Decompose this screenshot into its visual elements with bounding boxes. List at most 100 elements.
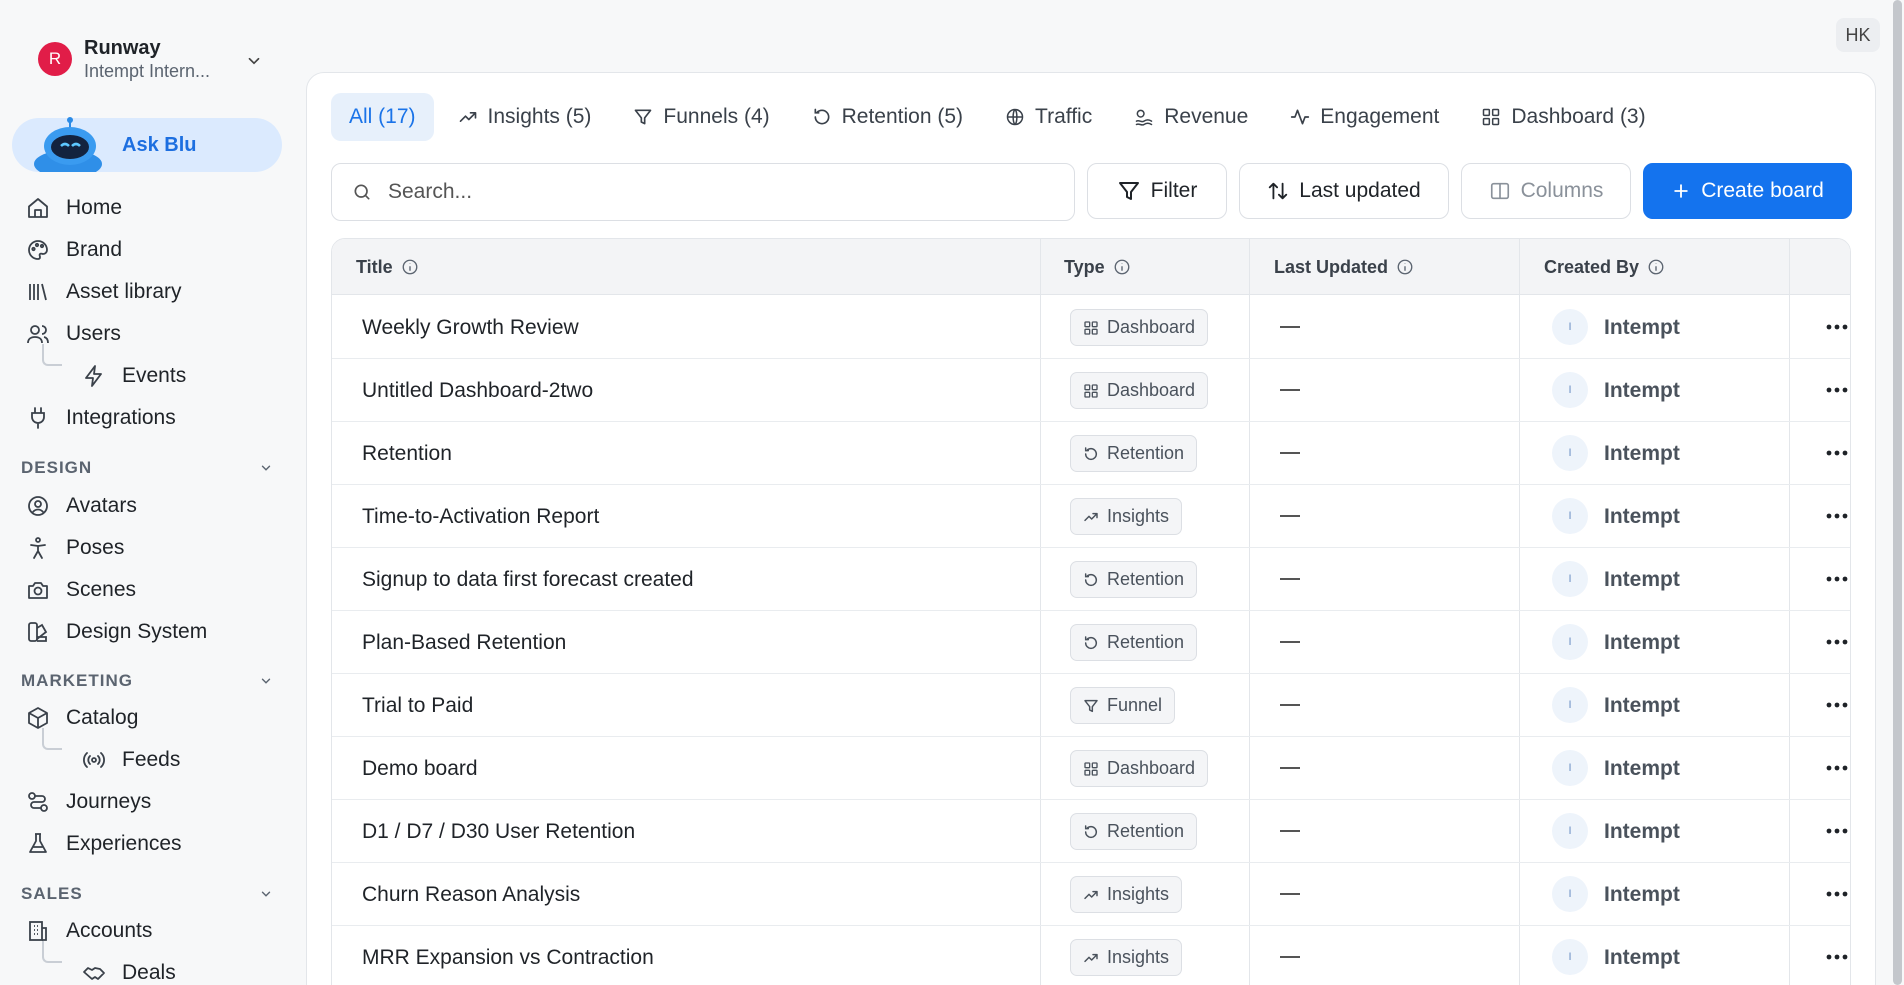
- row-title[interactable]: D1 / D7 / D30 User Retention: [362, 800, 635, 863]
- sidebar-item-users[interactable]: Users: [26, 313, 121, 355]
- row-actions-button[interactable]: [1822, 818, 1850, 844]
- sidebar-item-poses[interactable]: Poses: [26, 527, 124, 569]
- table-row[interactable]: Time-to-Activation ReportInsights—IIntem…: [332, 485, 1850, 548]
- row-actions-button[interactable]: [1822, 377, 1850, 403]
- tab-retention[interactable]: Retention (5): [794, 93, 981, 141]
- creator-avatar: I: [1552, 372, 1588, 408]
- search-input[interactable]: [388, 180, 1048, 204]
- creator-avatar: I: [1552, 561, 1588, 597]
- table-row[interactable]: Untitled Dashboard-2twoDashboard—IIntemp…: [332, 359, 1850, 422]
- table-row[interactable]: MRR Expansion vs ContractionInsights—IIn…: [332, 926, 1850, 985]
- section-marketing[interactable]: MARKETING: [21, 671, 273, 691]
- type-label: Insights: [1107, 947, 1170, 967]
- table-row[interactable]: Signup to data first forecast created Ret…: [332, 548, 1850, 611]
- page-scrollbar[interactable]: [1893, 0, 1902, 985]
- user-avatar[interactable]: HK: [1836, 18, 1880, 52]
- column-header-type[interactable]: Type: [1064, 239, 1131, 295]
- table-row[interactable]: Trial to PaidFunnel—IIntempt: [332, 674, 1850, 737]
- sidebar-item-scenes[interactable]: Scenes: [26, 569, 136, 611]
- table-row[interactable]: Plan-Based RetentionRetention—IIntempt: [332, 611, 1850, 674]
- section-sales[interactable]: SALES: [21, 884, 273, 904]
- creator-name: Intempt: [1604, 693, 1680, 717]
- tab-label: Revenue: [1164, 105, 1249, 128]
- sidebar-item-journeys[interactable]: Journeys: [26, 781, 151, 823]
- sidebar-item-deals[interactable]: Deals: [82, 952, 176, 985]
- row-actions-button[interactable]: [1822, 566, 1850, 592]
- columns-button[interactable]: Columns: [1461, 163, 1631, 219]
- column-header-created-by[interactable]: Created By: [1544, 239, 1665, 295]
- sidebar-item-label: Asset library: [66, 280, 182, 303]
- row-actions-button[interactable]: [1822, 692, 1850, 718]
- row-title[interactable]: Trial to Paid: [362, 674, 473, 737]
- row-actions-button[interactable]: [1822, 755, 1850, 781]
- sidebar-item-brand[interactable]: Brand: [26, 229, 122, 271]
- section-title: MARKETING: [21, 671, 133, 690]
- swatch-icon: [28, 622, 48, 642]
- workspace-switcher[interactable]: R Runway Intempt Intern...: [38, 36, 263, 82]
- tab-all[interactable]: All (17): [331, 93, 434, 141]
- more-horizontal-icon: [1826, 576, 1848, 582]
- filter-button[interactable]: Filter: [1087, 163, 1227, 219]
- sidebar-item-integrations[interactable]: Integrations: [26, 397, 176, 439]
- creator-name: Intempt: [1604, 945, 1680, 969]
- table-row[interactable]: D1 / D7 / D30 User RetentionRetention—II…: [332, 800, 1850, 863]
- table-row[interactable]: RetentionRetention—IIntempt: [332, 422, 1850, 485]
- row-actions-button[interactable]: [1822, 629, 1850, 655]
- more-horizontal-icon: [1826, 765, 1848, 771]
- row-actions-button[interactable]: [1822, 314, 1850, 340]
- section-design[interactable]: DESIGN: [21, 458, 273, 478]
- table-row[interactable]: Churn Reason AnalysisInsights—IIntempt: [332, 863, 1850, 926]
- row-title[interactable]: Retention: [362, 422, 452, 485]
- creator-avatar: I: [1552, 498, 1588, 534]
- sidebar-item-label: Users: [66, 322, 121, 345]
- row-title[interactable]: Weekly Growth Review: [362, 296, 579, 359]
- info-icon: [402, 259, 418, 275]
- type-badge: Insights: [1070, 498, 1183, 535]
- sidebar-item-home[interactable]: Home: [26, 187, 122, 229]
- tab-engagement[interactable]: Engagement: [1272, 93, 1457, 141]
- row-title[interactable]: Untitled Dashboard-2two: [362, 359, 593, 422]
- sort-button[interactable]: Last updated: [1239, 163, 1449, 219]
- creator-avatar: I: [1552, 750, 1588, 786]
- tab-revenue[interactable]: Revenue: [1116, 93, 1266, 141]
- row-actions-button[interactable]: [1822, 503, 1850, 529]
- creator-name: Intempt: [1604, 378, 1680, 402]
- column-header-last-updated[interactable]: Last Updated: [1274, 239, 1414, 295]
- row-title[interactable]: Demo board: [362, 737, 478, 800]
- ask-blu-button[interactable]: Ask Blu: [12, 117, 282, 172]
- sidebar-item-experiences[interactable]: Experiences: [26, 823, 182, 865]
- table-row[interactable]: Demo boardDashboard—IIntempt: [332, 737, 1850, 800]
- revenue-icon: [1135, 109, 1153, 126]
- scrollbar-thumb[interactable]: [1893, 0, 1902, 985]
- sidebar-item-asset-library[interactable]: Asset library: [26, 271, 182, 313]
- row-actions-button[interactable]: [1822, 944, 1850, 970]
- tab-funnels[interactable]: Funnels (4): [615, 93, 787, 141]
- creator-name: Intempt: [1604, 567, 1680, 591]
- row-title[interactable]: Time-to-Activation Report: [362, 485, 599, 548]
- tab-traffic[interactable]: Traffic: [987, 93, 1110, 141]
- tab-dashboard[interactable]: Dashboard (3): [1463, 93, 1663, 141]
- type-badge: Insights: [1070, 939, 1183, 976]
- table-row[interactable]: Weekly Growth ReviewDashboard—IIntempt: [332, 296, 1850, 359]
- info-icon: [1114, 259, 1130, 275]
- more-horizontal-icon: [1826, 513, 1848, 519]
- row-title[interactable]: Churn Reason Analysis: [362, 863, 580, 926]
- row-title[interactable]: MRR Expansion vs Contraction: [362, 926, 654, 985]
- create-board-button[interactable]: Create board: [1643, 163, 1852, 219]
- last-updated-empty: [1280, 893, 1300, 895]
- row-title[interactable]: Plan-Based Retention: [362, 611, 566, 674]
- type-badge: Dashboard: [1070, 309, 1209, 346]
- last-updated-empty: [1280, 767, 1300, 769]
- sidebar-item-events[interactable]: Events: [82, 355, 186, 397]
- sidebar-item-avatars[interactable]: Avatars: [26, 485, 137, 527]
- row-actions-button[interactable]: [1822, 881, 1850, 907]
- row-actions-button[interactable]: [1822, 440, 1850, 466]
- column-header-title[interactable]: Title: [356, 239, 419, 295]
- row-title[interactable]: Signup to data first forecast created: [362, 548, 694, 611]
- search-icon: [354, 184, 370, 200]
- tab-insights[interactable]: Insights (5): [440, 93, 610, 141]
- sidebar-item-feeds[interactable]: Feeds: [82, 739, 180, 781]
- sidebar-item-design-system[interactable]: Design System: [26, 611, 207, 653]
- search-box[interactable]: [331, 163, 1075, 221]
- chevron-down-icon: [261, 465, 271, 471]
